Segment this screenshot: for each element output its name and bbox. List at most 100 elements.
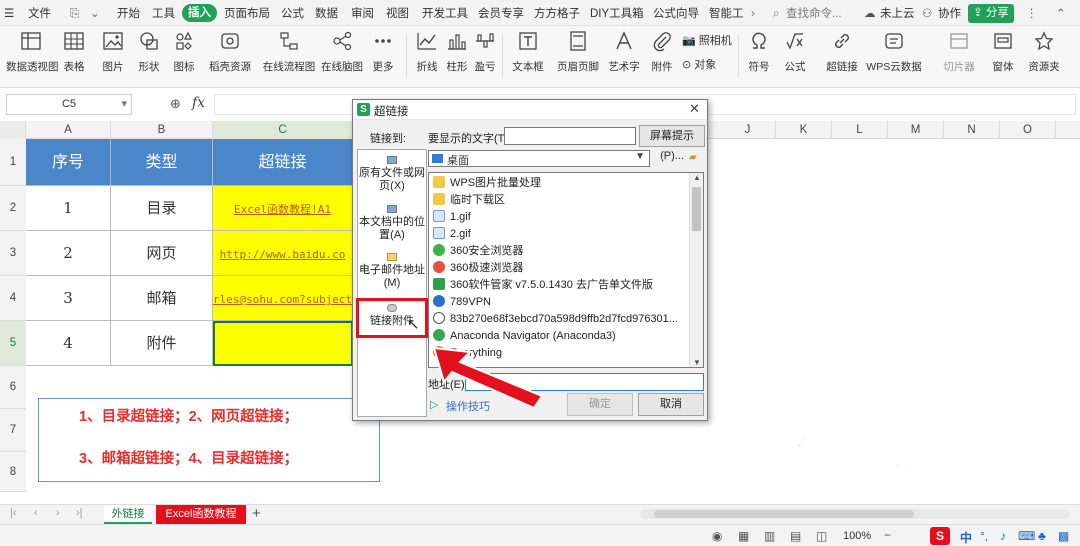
table-cell[interactable]: 2: [26, 231, 111, 276]
cloud-status[interactable]: 未上云: [880, 6, 915, 22]
list-item[interactable]: 83b270e68f3ebcd70a598d9ffb2d7fcd976301..…: [433, 311, 678, 328]
header-hyperlink[interactable]: 超链接: [213, 139, 353, 186]
eye-icon[interactable]: ◉: [712, 529, 722, 543]
ribbon-shape[interactable]: 形状: [134, 30, 164, 82]
table-cell[interactable]: 目录: [111, 186, 213, 231]
row-header-8[interactable]: 8: [0, 452, 26, 492]
menu-tab-data[interactable]: 数据: [315, 6, 338, 22]
menu-tab-formula[interactable]: 公式: [281, 6, 304, 22]
skin-icon[interactable]: ♣: [1038, 529, 1046, 543]
ribbon-table[interactable]: 表格: [60, 30, 88, 82]
microphone-icon[interactable]: ♪: [1000, 529, 1006, 543]
ribbon-hyperlink[interactable]: 超链接: [824, 30, 860, 82]
hyperlink-text[interactable]: Excel函数教程!A1: [234, 203, 331, 216]
col-header-j[interactable]: J: [720, 121, 776, 139]
horizontal-scrollbar[interactable]: [640, 509, 1070, 519]
file-list-scrollbar[interactable]: ▲ ▼: [689, 173, 703, 367]
ribbon-icons[interactable]: 图标: [170, 30, 198, 82]
folder-select[interactable]: 桌面 ▼: [428, 150, 650, 167]
toolbar-quick-icons[interactable]: ⎘: [70, 6, 79, 22]
menu-tab-member[interactable]: 会员专享: [478, 6, 524, 22]
table-cell[interactable]: 网页: [111, 231, 213, 276]
ribbon-pivot-chart[interactable]: 数据透视图: [6, 30, 59, 82]
hyperlink-cell[interactable]: rles@sohu.com?subject=e: [213, 276, 353, 321]
ribbon-camera[interactable]: 📷 照相机: [682, 32, 732, 48]
link-email-address[interactable]: 电子邮件地址(M): [357, 253, 427, 290]
table-cell[interactable]: 1: [26, 186, 111, 231]
menu-tab-diy[interactable]: DIY工具箱: [590, 6, 644, 22]
ribbon-form[interactable]: 窗体: [988, 30, 1018, 82]
menu-tab-smart[interactable]: 智能工: [709, 6, 744, 22]
list-item[interactable]: WPS图片批量处理: [433, 175, 541, 192]
ribbon-flowchart[interactable]: 在线流程图: [262, 30, 316, 82]
fx-button[interactable]: fx: [192, 95, 205, 111]
menu-tab-view[interactable]: 视图: [386, 6, 409, 22]
col-header-a[interactable]: A: [26, 121, 111, 139]
collab-button[interactable]: 协作: [938, 6, 961, 22]
ribbon-equation[interactable]: 公式: [780, 30, 810, 82]
collapse-icon[interactable]: ⌃: [1056, 6, 1066, 22]
row-header-7[interactable]: 7: [0, 409, 26, 452]
table-cell[interactable]: 3: [26, 276, 111, 321]
row-header-2[interactable]: 2: [0, 186, 26, 231]
more-icon[interactable]: ⋮: [1026, 6, 1038, 22]
ribbon-wordart[interactable]: 艺术字: [606, 30, 642, 82]
open-folder-icon[interactable]: ▰: [689, 152, 697, 163]
zoom-icon[interactable]: ⊕: [170, 96, 181, 112]
display-text-input[interactable]: [504, 127, 636, 145]
add-sheet-icon[interactable]: +: [252, 505, 261, 522]
menu-tab-fangfang[interactable]: 方方格子: [534, 6, 580, 22]
hyperlink-cell[interactable]: http://www.baidu.co: [213, 231, 353, 276]
scrollbar-thumb[interactable]: [692, 187, 701, 231]
page-layout-icon[interactable]: ▥: [764, 529, 775, 543]
chevron-down-icon[interactable]: ⌄: [90, 6, 100, 22]
row-header-5[interactable]: 5: [0, 321, 26, 366]
ribbon-object[interactable]: ⊙ 对象: [682, 56, 716, 72]
col-header-k[interactable]: K: [776, 121, 832, 139]
ribbon-textbox[interactable]: 文本框: [508, 30, 548, 82]
header-type[interactable]: 类型: [111, 139, 213, 186]
menu-tab-formula-wizard[interactable]: 公式向导: [653, 6, 699, 22]
menu-tab-review[interactable]: 审阅: [351, 6, 374, 22]
table-cell[interactable]: 附件: [111, 321, 213, 366]
normal-view-icon[interactable]: ▦: [738, 529, 749, 543]
col-header-n[interactable]: N: [944, 121, 1000, 139]
row-header-3[interactable]: 3: [0, 231, 26, 276]
close-icon[interactable]: ✕: [689, 101, 700, 117]
ok-button[interactable]: 确定: [567, 393, 633, 416]
ribbon-winloss[interactable]: 盈亏: [472, 30, 498, 82]
file-list[interactable]: WPS图片批量处理 临时下载区 1.gif 2.gif 360安全浏览器 360…: [428, 172, 704, 368]
col-header-o[interactable]: O: [1000, 121, 1056, 139]
sheet-first-icon[interactable]: |‹: [10, 507, 17, 519]
ime-mode[interactable]: 中: [960, 529, 972, 546]
cancel-button[interactable]: 取消: [638, 393, 704, 416]
menu-tab-start[interactable]: 开始: [117, 6, 140, 22]
chevron-down-icon[interactable]: ▾: [121, 95, 127, 114]
menu-tab-tools[interactable]: 工具: [152, 6, 175, 22]
row-header-1[interactable]: 1: [0, 139, 26, 186]
col-header-c[interactable]: C: [213, 121, 353, 139]
scroll-up-icon[interactable]: ▲: [693, 173, 701, 182]
sheet-tab-excel-tutorial[interactable]: Excel函数教程: [156, 505, 246, 524]
row-header-6[interactable]: 6: [0, 366, 26, 409]
punctuation-icon[interactable]: °,: [980, 529, 988, 543]
hamburger-icon[interactable]: ☰: [4, 6, 14, 22]
ribbon-wps-cloud-data[interactable]: WPS云数据: [866, 30, 922, 82]
menu-tab-page-layout[interactable]: 页面布局: [224, 6, 270, 22]
ribbon-line-chart[interactable]: 折线: [414, 30, 440, 82]
ribbon-attachment[interactable]: 附件: [648, 30, 676, 82]
menu-file[interactable]: 文件: [28, 6, 51, 22]
zoom-out-icon[interactable]: −: [884, 528, 891, 542]
list-item[interactable]: 360极速浏览器: [433, 260, 523, 277]
toolbox-icon[interactable]: ▩: [1058, 529, 1069, 543]
ribbon-column-chart[interactable]: 柱形: [444, 30, 470, 82]
table-cell[interactable]: 邮箱: [111, 276, 213, 321]
list-item[interactable]: 360安全浏览器: [433, 243, 523, 260]
dialog-titlebar[interactable]: S 超链接 ✕: [353, 100, 707, 120]
share-button[interactable]: ⇪ 分享: [968, 4, 1014, 23]
list-item[interactable]: 360软件管家 v7.5.0.1430 去广告单文件版: [433, 277, 653, 294]
ribbon-symbol[interactable]: 符号: [744, 30, 774, 82]
header-index[interactable]: 序号: [26, 139, 111, 186]
link-this-document[interactable]: 本文档中的位置(A): [357, 205, 427, 242]
sheet-tab-external-links[interactable]: 外链接: [104, 505, 152, 524]
